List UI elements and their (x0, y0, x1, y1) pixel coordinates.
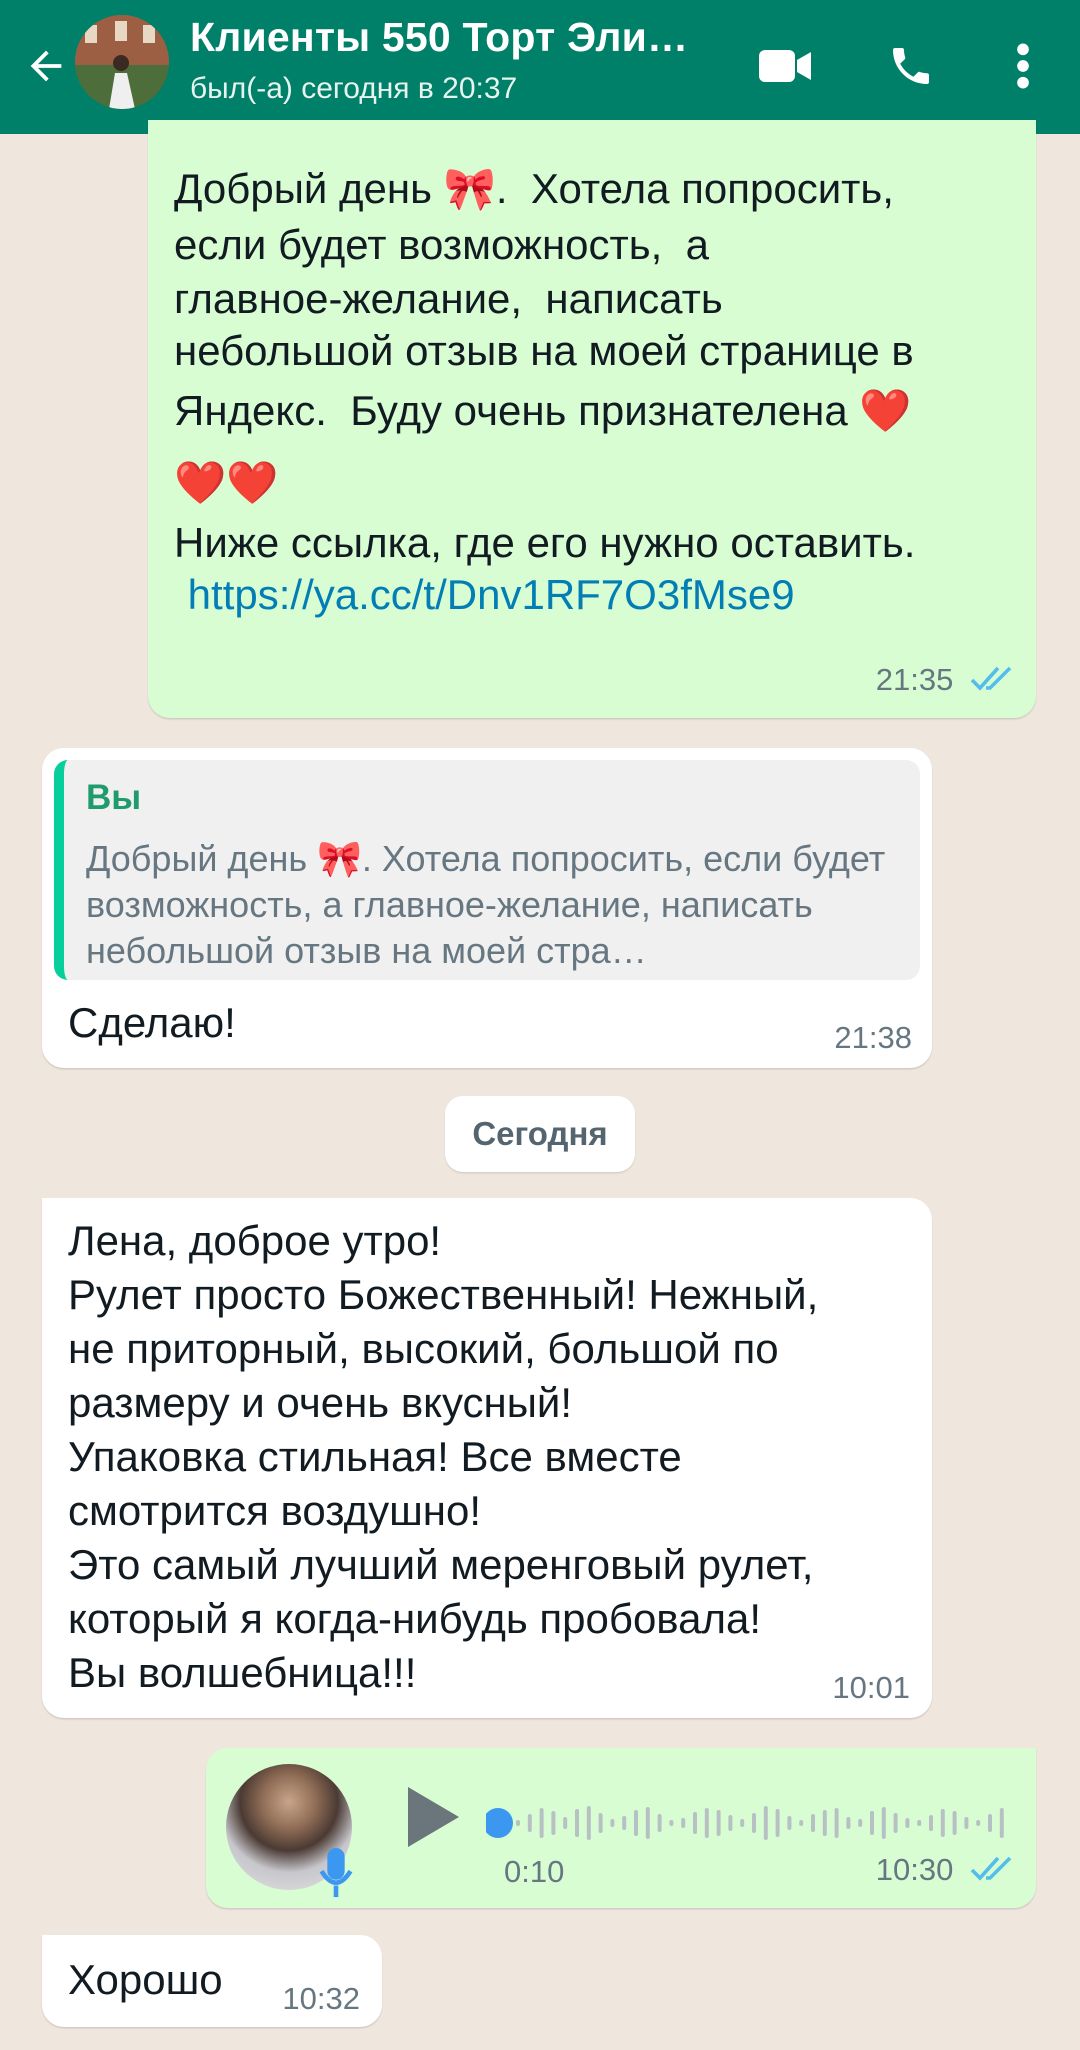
waveform-bar (834, 1808, 839, 1838)
message-line: Ниже ссылка, где его нужно оставить. (174, 519, 916, 566)
message-line: Яндекс. Буду очень признателена ❤️ (174, 387, 912, 434)
waveform-bar (846, 1817, 851, 1829)
message-line: Добрый день 🎀. Хотела попросить, (174, 165, 894, 212)
voice-waveform[interactable] (486, 1788, 1016, 1858)
waveform-bar (645, 1807, 650, 1839)
message-time: 10:01 (832, 1670, 910, 1705)
waveform-bar (622, 1816, 627, 1830)
quote-author: Вы (86, 778, 142, 817)
message-line: ❤️❤️ (174, 459, 279, 506)
waveform-bar (716, 1810, 721, 1836)
waveform-bar (752, 1813, 756, 1833)
waveform-bar (527, 1814, 532, 1832)
waveform-bar (516, 1820, 520, 1826)
phone-icon[interactable] (878, 33, 944, 99)
video-call-icon[interactable] (752, 33, 818, 99)
last-seen-status: был(-а) сегодня в 20:37 (190, 72, 518, 105)
waveform-bar (551, 1811, 556, 1835)
waveform-bar (539, 1808, 544, 1838)
time-label: 10:30 (875, 1852, 954, 1888)
message-text: Лена, доброе утро! Рулет просто Божестве… (68, 1217, 819, 1696)
waveform-bar (893, 1813, 898, 1833)
waveform-bar (976, 1820, 981, 1826)
message-time: 10:30 (876, 1852, 1014, 1890)
waveform-bar (775, 1809, 780, 1837)
waveform-bar (657, 1814, 662, 1832)
waveform-bar (870, 1811, 874, 1835)
waveform-bar (858, 1819, 863, 1827)
waveform-bar (610, 1819, 615, 1827)
waveform-bar (740, 1819, 745, 1827)
double-check-icon (970, 664, 1014, 700)
back-arrow-icon[interactable] (18, 38, 74, 94)
message-line: небольшой отзыв на моей странице в (174, 327, 914, 374)
play-icon[interactable] (402, 1784, 462, 1855)
chat-header: Клиенты 550 Торт Эли… был(-а) сегодня в … (0, 0, 1080, 134)
message-time: 21:38 (834, 1020, 912, 1055)
waveform-bar (575, 1809, 579, 1837)
waveform-bar (929, 1815, 933, 1831)
waveform-bar (940, 1809, 945, 1837)
review-link[interactable]: https://ya.cc/t/Dnv1RF7O3fMse9 (176, 568, 795, 622)
incoming-reply-message[interactable]: Вы Добрый день 🎀. Хотела попросить, если… (42, 748, 932, 1068)
more-vert-icon[interactable] (990, 33, 1056, 99)
waveform-bar (905, 1818, 910, 1828)
outgoing-voice-message[interactable]: 0:10 10:30 (206, 1748, 1036, 1908)
contact-avatar[interactable] (75, 15, 169, 109)
waveform-bar (999, 1808, 1004, 1838)
waveform-bar (563, 1817, 568, 1829)
message-line: главное-желание, написать (174, 275, 723, 322)
double-check-icon (970, 1854, 1014, 1890)
waveform-bar (917, 1820, 922, 1826)
waveform-bar (811, 1814, 815, 1832)
waveform-bar (952, 1811, 957, 1835)
message-text: Хорошо (68, 1956, 223, 2003)
playback-scrubber[interactable] (486, 1808, 513, 1838)
waveform-bar (881, 1807, 886, 1839)
waveform-bar (693, 1812, 697, 1834)
message-time: 10:32 (282, 1981, 360, 2016)
waveform-bar (669, 1820, 674, 1826)
date-separator: Сегодня (445, 1096, 635, 1172)
waveform-bar (634, 1810, 638, 1836)
incoming-message[interactable]: Лена, доброе утро! Рулет просто Божестве… (42, 1198, 932, 1718)
waveform-bar (704, 1808, 709, 1838)
waveform-bar (964, 1817, 969, 1829)
message-text: Сделаю! (68, 999, 236, 1046)
quote-text: Добрый день 🎀. Хотела попросить, если бу… (86, 838, 886, 971)
time-label: 21:35 (875, 662, 954, 698)
quoted-message[interactable]: Вы Добрый день 🎀. Хотела попросить, если… (54, 760, 920, 980)
mic-icon (318, 1848, 354, 1905)
waveform-bar (728, 1815, 733, 1831)
incoming-message[interactable]: Хорошо 10:32 (42, 1935, 382, 2027)
waveform-bar (799, 1820, 804, 1826)
message-line: если будет возможность, а (174, 221, 709, 268)
waveform-bar (598, 1813, 603, 1833)
outgoing-message-1[interactable]: Добрый день 🎀. Хотела попросить, если бу… (148, 120, 1036, 718)
contact-name[interactable]: Клиенты 550 Торт Эли… (190, 14, 688, 61)
waveform-bar (822, 1810, 827, 1836)
waveform-bar (763, 1806, 768, 1840)
waveform-bar (586, 1806, 591, 1840)
voice-duration: 0:10 (504, 1854, 565, 1889)
waveform-bar (988, 1814, 992, 1832)
waveform-bar (681, 1818, 686, 1828)
message-time: 21:35 (876, 662, 1014, 700)
waveform-bar (787, 1816, 792, 1830)
